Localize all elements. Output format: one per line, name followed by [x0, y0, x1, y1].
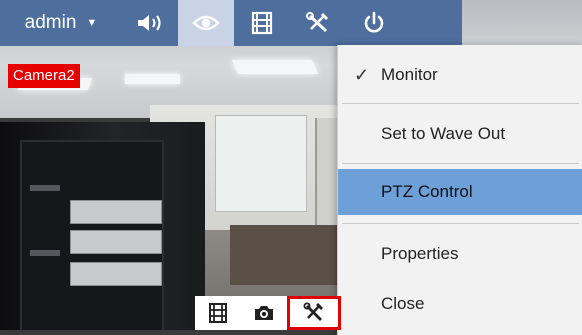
- check-icon: ✓: [354, 64, 370, 85]
- menu-item-set-to-wave-out[interactable]: Set to Wave Out: [338, 111, 582, 157]
- menu-item-properties[interactable]: Properties: [338, 231, 582, 277]
- menu-item-close[interactable]: Close: [338, 281, 582, 327]
- chevron-down-icon: ▼: [86, 17, 98, 29]
- tools-icon: [306, 12, 329, 33]
- camera-mini-toolbar: [195, 296, 341, 330]
- menu-separator: [342, 223, 579, 224]
- username-label: admin: [24, 12, 77, 33]
- whiteboard: [215, 115, 307, 212]
- power-button[interactable]: [346, 0, 402, 46]
- menu-item-label: Monitor: [381, 65, 438, 84]
- menu-separator: [342, 163, 579, 164]
- context-menu: ✓ Monitor Set to Wave Out PTZ Control Pr…: [337, 45, 582, 335]
- tools-icon: [303, 302, 323, 321]
- menu-item-label: Properties: [381, 244, 459, 263]
- menu-item-label: Set to Wave Out: [381, 124, 506, 143]
- menu-separator: [342, 103, 579, 104]
- rack-device: [70, 200, 162, 224]
- settings-button[interactable]: [290, 0, 346, 46]
- record-button[interactable]: [195, 296, 241, 330]
- menu-item-ptz-control[interactable]: PTZ Control: [338, 169, 582, 215]
- menu-item-label: PTZ Control: [381, 182, 473, 201]
- eye-icon: [192, 15, 220, 31]
- playback-button[interactable]: [234, 0, 290, 46]
- rack-bar: [30, 185, 60, 191]
- user-dropdown[interactable]: admin ▼: [0, 0, 122, 46]
- ptz-tools-button[interactable]: [287, 296, 341, 330]
- film-icon: [209, 303, 227, 323]
- menu-item-label: Close: [381, 294, 425, 313]
- snapshot-button[interactable]: [241, 296, 287, 330]
- ceiling-light: [125, 74, 180, 84]
- monitor-view-button[interactable]: [178, 0, 234, 46]
- rack-device: [70, 262, 162, 286]
- desk: [230, 225, 350, 285]
- speaker-icon: [138, 15, 161, 31]
- rack-bar: [30, 250, 60, 256]
- camera-icon: [255, 306, 273, 320]
- audio-button[interactable]: [122, 0, 178, 46]
- film-icon: [251, 11, 273, 35]
- rack-device: [70, 230, 162, 254]
- camera-name-label: Camera2: [8, 64, 80, 88]
- top-toolbar: admin ▼: [0, 0, 462, 46]
- ceiling-light: [231, 60, 319, 74]
- power-icon: [364, 11, 384, 33]
- menu-item-monitor[interactable]: ✓ Monitor: [338, 52, 582, 98]
